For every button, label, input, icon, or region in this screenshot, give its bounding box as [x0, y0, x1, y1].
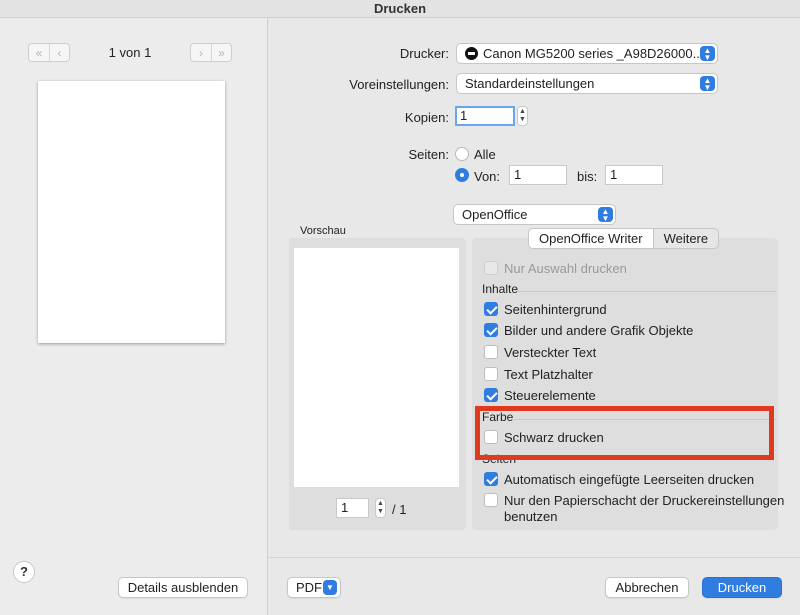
pages-from-label: Von: [474, 169, 501, 184]
nav-back-group: « ‹ [28, 43, 70, 62]
preview-page-total: / 1 [392, 502, 407, 517]
nav-forward-group: › » [190, 43, 232, 62]
blank-pages-label: Automatisch eingefügte Leerseiten drucke… [504, 472, 755, 487]
presets-value: Standardeinstellungen [465, 76, 595, 91]
window-title: Drucken [0, 0, 800, 18]
chevron-down-icon: ▼ [323, 580, 337, 595]
preview-page [294, 248, 459, 487]
page-thumbnail[interactable] [38, 81, 225, 343]
details-button[interactable]: Details ausblenden [118, 577, 248, 598]
hidden-text-label: Versteckter Text [504, 345, 597, 360]
paper-tray-label: Nur den Papierschacht der Druckereinstel… [504, 493, 785, 508]
blank-pages-checkbox[interactable] [484, 472, 498, 486]
controls-label: Steuerelemente [504, 388, 596, 403]
placeholder-label: Text Platzhalter [504, 367, 593, 382]
copies-input[interactable]: 1 [455, 106, 515, 126]
footer-divider [268, 557, 800, 558]
print-button[interactable]: Drucken [702, 577, 782, 598]
first-page-button[interactable]: « [29, 44, 49, 61]
app-select[interactable]: OpenOffice ▲ ▼ [453, 204, 616, 225]
tab-weitere[interactable]: Weitere [654, 229, 719, 248]
graphics-checkbox[interactable] [484, 323, 498, 337]
color-highlight-box [475, 406, 774, 460]
pages-all-radio[interactable] [455, 147, 469, 161]
presets-select[interactable]: Standardeinstellungen ▲ ▼ [456, 73, 718, 94]
pages-all-label: Alle [474, 147, 496, 162]
paper-tray-checkbox[interactable] [484, 493, 498, 507]
pages-from-input[interactable]: 1 [509, 165, 567, 185]
pdf-label: PDF [296, 580, 322, 595]
preview-label: Vorschau [300, 225, 346, 237]
pages-from-radio[interactable] [455, 168, 469, 182]
contents-divider [518, 291, 776, 292]
graphics-label: Bilder und andere Grafik Objekte [504, 323, 694, 338]
only-selection-label: Nur Auswahl drucken [504, 261, 627, 276]
paper-tray-label-line2: benutzen [504, 509, 558, 524]
printer-icon [465, 47, 478, 60]
pages-to-label: bis: [577, 169, 598, 184]
placeholder-checkbox[interactable] [484, 367, 498, 381]
presets-label: Voreinstellungen: [349, 77, 449, 92]
left-pane: « ‹ 1 von 1 › » [0, 18, 268, 615]
controls-checkbox[interactable] [484, 388, 498, 402]
app-value: OpenOffice [462, 207, 528, 222]
options-tabs: OpenOffice Writer Weitere [528, 228, 720, 249]
preview-page-input[interactable]: 1 [336, 498, 369, 518]
select-arrows-icon: ▲ ▼ [598, 207, 613, 222]
preview-page-stepper[interactable]: ▲ ▼ [375, 498, 386, 518]
select-arrows-icon: ▲ ▼ [700, 76, 715, 91]
printer-value: Canon MG5200 series _A98D26000... [483, 46, 704, 61]
printer-select[interactable]: Canon MG5200 series _A98D26000... ▲ ▼ [456, 43, 718, 64]
prev-page-button[interactable]: ‹ [49, 44, 69, 61]
background-label: Seitenhintergrund [504, 302, 607, 317]
pages-to-input[interactable]: 1 [605, 165, 663, 185]
contents-section-title: Inhalte [482, 282, 519, 296]
pages-label: Seiten: [408, 147, 449, 162]
printer-label: Drucker: [399, 46, 449, 61]
only-selection-checkbox[interactable] [484, 261, 498, 275]
help-icon[interactable]: ? [13, 561, 35, 583]
select-arrows-icon: ▲ ▼ [700, 46, 715, 61]
copies-label: Kopien: [404, 110, 449, 125]
last-page-button[interactable]: » [211, 44, 231, 61]
page-count: 1 von 1 [108, 45, 152, 60]
hidden-text-checkbox[interactable] [484, 345, 498, 359]
tab-openoffice-writer[interactable]: OpenOffice Writer [529, 229, 653, 248]
cancel-button[interactable]: Abbrechen [605, 577, 689, 598]
copies-stepper[interactable]: ▲ ▼ [517, 106, 528, 126]
background-checkbox[interactable] [484, 302, 498, 316]
pdf-menu-button[interactable]: PDF ▼ [287, 577, 341, 598]
next-page-button[interactable]: › [191, 44, 211, 61]
